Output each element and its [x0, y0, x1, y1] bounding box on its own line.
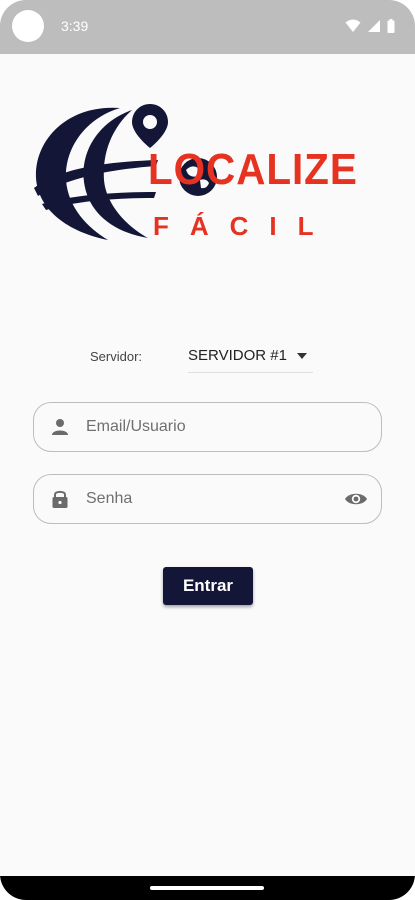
password-input[interactable] [86, 490, 331, 508]
logo-title: LOCALIZE [148, 145, 358, 194]
status-icons [345, 19, 395, 33]
password-field[interactable] [33, 474, 382, 524]
app-screen: 3:39 LOCALIZE FÁCIL Servidor: SERVIDOR #… [0, 0, 415, 900]
dropdown-arrow-icon [296, 352, 307, 359]
email-input[interactable] [86, 418, 381, 436]
email-field[interactable] [33, 402, 382, 452]
server-selected-value: SERVIDOR #1 [188, 347, 287, 364]
home-indicator[interactable] [150, 886, 264, 890]
status-time: 3:39 [61, 18, 89, 34]
signal-icon [368, 20, 380, 32]
person-icon [34, 418, 86, 436]
app-logo: LOCALIZE FÁCIL [28, 100, 388, 250]
lock-icon [34, 489, 86, 509]
eye-icon[interactable] [331, 491, 381, 507]
server-selector-row: Servidor: SERVIDOR #1 [90, 338, 330, 374]
login-button[interactable]: Entrar [163, 567, 253, 605]
navigation-bar [0, 876, 415, 900]
battery-icon [387, 19, 395, 33]
status-bar: 3:39 [0, 0, 415, 54]
camera-cutout [12, 10, 44, 42]
server-label: Servidor: [90, 348, 143, 364]
logo-subtitle: FÁCIL [153, 211, 335, 241]
wifi-icon [345, 19, 361, 32]
server-dropdown[interactable]: SERVIDOR #1 [188, 339, 313, 373]
